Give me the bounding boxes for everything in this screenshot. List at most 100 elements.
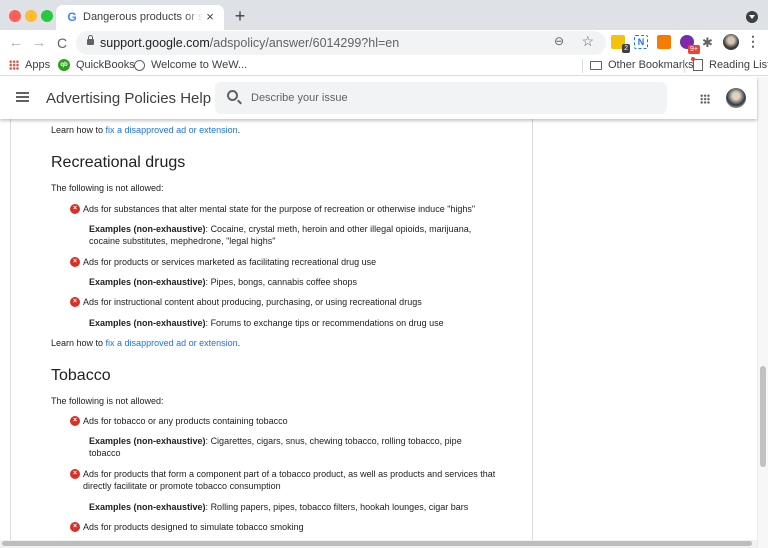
bookmark-apps[interactable]: Apps (9, 59, 50, 71)
examples-text: Forums to exchange tips or recommendatio… (210, 318, 444, 328)
policy-item: × Ads for products that form a component… (70, 468, 500, 492)
help-center-title[interactable]: Advertising Policies Help (46, 90, 211, 107)
examples-label: Examples (non-exhaustive) (89, 318, 206, 328)
bookmark-star-icon[interactable]: ☆ (581, 33, 594, 50)
address-bar[interactable]: support.google.com/adspolicy/answer/6014… (76, 31, 606, 55)
not-allowed-x-icon: × (70, 469, 80, 479)
section-intro: The following is not allowed: (51, 396, 164, 406)
url-path: /adspolicy/answer/6014299?hl=en (209, 36, 400, 50)
page-viewport: Advertising Policies Help Learn how to f… (0, 77, 768, 548)
wew-icon (134, 59, 145, 71)
policy-item-text: Ads for products that form a component p… (83, 469, 496, 491)
policy-examples: Examples (non-exhaustive): Rolling paper… (89, 501, 489, 513)
bookmarks-divider (582, 59, 583, 73)
reading-list-icon (691, 57, 703, 71)
google-favicon-icon: G (67, 10, 77, 24)
section-heading: Tobacco (51, 367, 111, 384)
extension-n-icon[interactable]: N (634, 35, 648, 49)
reload-icon[interactable]: C (53, 34, 71, 52)
tab-title: Dangerous products or services (83, 11, 203, 23)
policy-examples: Examples (non-exhaustive): Pipes, bongs,… (89, 276, 489, 288)
extension-badge: 2 (622, 44, 630, 53)
horizontal-scrollbar[interactable] (0, 540, 757, 548)
url-text[interactable]: support.google.com/adspolicy/answer/6014… (100, 36, 399, 50)
tab-search-icon[interactable] (746, 11, 758, 23)
policy-item-text: Ads for products designed to simulate to… (83, 522, 304, 532)
minimize-window-button[interactable] (25, 10, 37, 22)
folder-icon (590, 60, 602, 70)
extension-yellow-icon[interactable]: 2 (611, 35, 630, 53)
vertical-scrollbar-thumb[interactable] (760, 366, 766, 467)
policy-item-text: Ads for products or services marketed as… (83, 257, 377, 267)
browser-menu-icon[interactable]: ⋮ (746, 33, 760, 50)
learn-more-line: Learn how to fix a disapproved ad or ext… (51, 124, 240, 136)
learn-prefix: Learn how to (51, 338, 106, 348)
examples-label: Examples (non-exhaustive) (89, 502, 206, 512)
extension-orange-chart-icon[interactable] (657, 35, 671, 49)
examples-label: Examples (non-exhaustive) (89, 436, 206, 446)
extension-purple-icon[interactable]: 9+ (680, 35, 700, 54)
profile-avatar[interactable] (723, 34, 739, 50)
examples-text: Pipes, bongs, cannabis coffee shops (210, 277, 357, 287)
bookmark-quickbooks[interactable]: qb QuickBooks (58, 59, 135, 71)
other-bookmarks-label: Other Bookmarks (608, 59, 694, 71)
new-tab-button[interactable]: + (232, 7, 248, 25)
policy-item: × Ads for products designed to simulate … (70, 521, 500, 533)
zoom-magnifier-icon[interactable]: ⊖ (554, 34, 564, 48)
apps-grid-icon (9, 60, 19, 70)
policy-item: × Ads for instructional content about pr… (70, 296, 500, 308)
policy-examples: Examples (non-exhaustive): Cigarettes, c… (89, 435, 489, 459)
policy-item-text: Ads for instructional content about prod… (83, 297, 422, 307)
back-arrow-icon[interactable]: ← (7, 34, 25, 52)
learn-prefix: Learn how to (51, 125, 106, 135)
bookmark-label: Apps (25, 59, 51, 71)
maximize-window-button[interactable] (41, 10, 53, 22)
browser-tab-active[interactable]: G Dangerous products or services × (56, 5, 224, 30)
policy-item: × Ads for tobacco or any products contai… (70, 415, 500, 427)
policy-item-text: Ads for tobacco or any products containi… (83, 416, 288, 426)
fix-disapproved-ad-link[interactable]: fix a disapproved ad or extension (106, 338, 238, 348)
policy-examples: Examples (non-exhaustive): Cocaine, crys… (89, 223, 489, 247)
bookmarks-divider (684, 59, 685, 73)
not-allowed-x-icon: × (70, 204, 80, 214)
learn-more-line: Learn how to fix a disapproved ad or ext… (51, 337, 240, 349)
forward-arrow-icon[interactable]: → (30, 34, 48, 52)
search-icon[interactable] (227, 90, 238, 101)
horizontal-scrollbar-thumb[interactable] (2, 541, 752, 546)
not-allowed-x-icon: × (70, 416, 80, 426)
section-heading: Recreational drugs (51, 154, 186, 171)
menu-hamburger-icon[interactable] (16, 92, 29, 102)
google-apps-icon[interactable] (700, 94, 710, 104)
not-allowed-x-icon: × (70, 257, 80, 267)
not-allowed-x-icon: × (70, 297, 80, 307)
examples-label: Examples (non-exhaustive) (89, 277, 206, 287)
policy-item-text: Ads for substances that alter mental sta… (83, 204, 476, 214)
extensions-puzzle-icon[interactable]: ✱ (702, 35, 713, 51)
section-intro: The following is not allowed: (51, 183, 164, 193)
bookmark-wew[interactable]: Welcome to WeW... (134, 59, 247, 71)
reading-list[interactable]: Reading List (691, 57, 768, 71)
fix-disapproved-ad-link[interactable]: fix a disapproved ad or extension (106, 125, 238, 135)
close-tab-icon[interactable]: × (202, 9, 218, 25)
policy-examples: Examples (non-exhaustive): Forums to exc… (89, 317, 489, 329)
tab-strip: G Dangerous products or services × + (0, 0, 768, 30)
close-window-button[interactable] (9, 10, 21, 22)
learn-suffix: . (237, 125, 241, 135)
help-header: Advertising Policies Help (0, 77, 757, 119)
bookmark-label: QuickBooks (76, 59, 135, 71)
other-bookmarks[interactable]: Other Bookmarks (590, 59, 694, 71)
url-host: support.google.com (100, 36, 210, 50)
quickbooks-icon: qb (58, 59, 70, 71)
extension-badge: 9+ (688, 45, 700, 54)
lock-icon[interactable] (87, 35, 94, 45)
learn-suffix: . (237, 338, 241, 348)
not-allowed-x-icon: × (70, 522, 80, 532)
vertical-scrollbar[interactable] (757, 77, 768, 548)
help-search-box[interactable] (215, 82, 667, 114)
reading-list-label: Reading List (709, 59, 768, 71)
examples-label: Examples (non-exhaustive) (89, 224, 206, 234)
bookmark-label: Welcome to WeW... (151, 59, 248, 71)
account-avatar[interactable] (726, 88, 746, 108)
bookmarks-bar: Apps qb QuickBooks Welcome to WeW... Oth… (0, 56, 768, 76)
search-input[interactable] (251, 82, 651, 114)
